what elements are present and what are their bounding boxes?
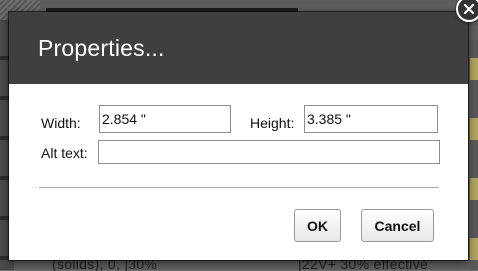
alt-text-label: Alt text: — [41, 145, 88, 161]
close-icon — [463, 3, 475, 15]
alt-text-input[interactable] — [98, 140, 440, 164]
width-label: Width: — [41, 115, 81, 131]
dialog-divider — [39, 187, 439, 188]
cancel-button[interactable]: Cancel — [361, 209, 434, 242]
height-input[interactable] — [304, 105, 438, 133]
properties-dialog: Properties... Width: Height: Alt text: O… — [9, 12, 468, 260]
width-input[interactable] — [99, 105, 231, 133]
background-right-cells — [470, 40, 478, 270]
dialog-header: Properties... — [9, 12, 468, 84]
height-label: Height: — [250, 115, 295, 131]
ok-button[interactable]: OK — [294, 209, 341, 242]
dialog-title: Properties... — [38, 35, 165, 61]
